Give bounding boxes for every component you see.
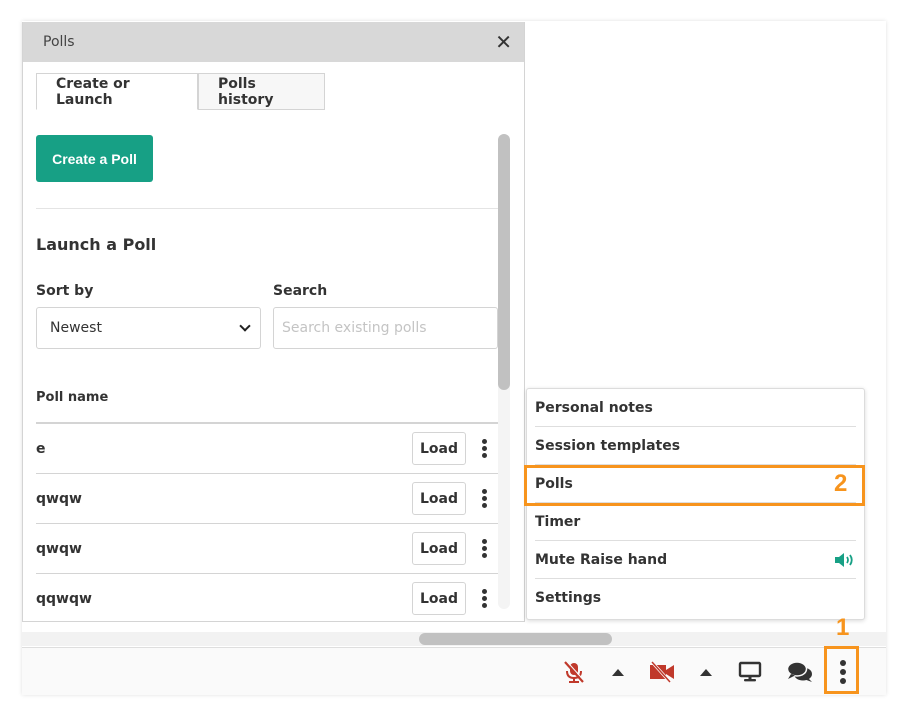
- poll-name: qqwqw: [36, 590, 92, 607]
- menu-item-mute-raise-hand[interactable]: Mute Raise hand: [535, 541, 856, 579]
- poll-name: qwqw: [36, 540, 82, 557]
- poll-row: qqwqw Load: [36, 574, 498, 621]
- menu-item-label: Mute Raise hand: [535, 551, 668, 568]
- chat-button[interactable]: [784, 648, 816, 696]
- load-poll-button[interactable]: Load: [412, 432, 466, 465]
- poll-name: qwqw: [36, 490, 82, 507]
- comments-icon: [786, 661, 812, 682]
- menu-item-settings[interactable]: Settings: [535, 579, 856, 617]
- search-polls-input[interactable]: [273, 307, 498, 349]
- menu-item-label: Session templates: [535, 437, 681, 454]
- tab-create-or-launch[interactable]: Create or Launch: [36, 73, 198, 110]
- microphone-options-button[interactable]: [608, 648, 628, 696]
- menu-item-label: Polls: [535, 475, 573, 492]
- microphone-slash-icon: [564, 660, 585, 683]
- sort-by-label: Sort by: [36, 283, 94, 299]
- scrollbar-thumb[interactable]: [498, 134, 510, 390]
- video-slash-icon: [650, 661, 674, 683]
- load-poll-button[interactable]: Load: [412, 482, 466, 515]
- microphone-toggle-button[interactable]: [558, 648, 590, 696]
- load-poll-button[interactable]: Load: [412, 532, 466, 565]
- speaker-volume-icon: [835, 552, 853, 567]
- more-options-menu: Personal notes Session templates Polls T…: [526, 388, 865, 620]
- ellipsis-vertical-icon: [829, 660, 857, 684]
- menu-item-timer[interactable]: Timer: [535, 503, 856, 541]
- ellipsis-vertical-icon[interactable]: [470, 539, 498, 558]
- menu-item-label: Timer: [535, 513, 581, 530]
- menu-item-label: Personal notes: [535, 399, 653, 416]
- poll-name-column-header: Poll name: [36, 390, 109, 405]
- ellipsis-vertical-icon[interactable]: [470, 439, 498, 458]
- tab-polls-history[interactable]: Polls history: [198, 73, 325, 110]
- close-icon[interactable]: ✕: [495, 32, 512, 52]
- conference-toolbar: [22, 647, 886, 695]
- caret-up-icon: [612, 668, 624, 676]
- menu-item-polls[interactable]: Polls: [535, 465, 856, 503]
- polls-tabs: Create or Launch Polls history: [36, 73, 325, 110]
- launch-poll-heading: Launch a Poll: [36, 235, 157, 254]
- poll-name: e: [36, 440, 46, 457]
- sort-by-value: Newest: [50, 320, 102, 336]
- poll-row: e Load: [36, 424, 498, 474]
- camera-options-button[interactable]: [696, 648, 716, 696]
- sort-by-select[interactable]: Newest: [36, 307, 261, 349]
- menu-item-label: Settings: [535, 590, 602, 606]
- screen-share-button[interactable]: [735, 648, 765, 696]
- more-options-button[interactable]: [828, 648, 858, 696]
- menu-item-session-templates[interactable]: Session templates: [535, 427, 856, 465]
- horizontal-scrollbar-thumb[interactable]: [419, 633, 612, 645]
- create-poll-button[interactable]: Create a Poll: [36, 135, 153, 182]
- polls-panel: Polls ✕ Create or Launch Polls history C…: [22, 22, 525, 622]
- step-1-callout: 1: [836, 614, 850, 641]
- ellipsis-vertical-icon[interactable]: [470, 489, 498, 508]
- poll-row: qwqw Load: [36, 474, 498, 524]
- polls-panel-header: Polls ✕: [23, 22, 524, 62]
- polls-panel-scrollbar[interactable]: [498, 134, 510, 609]
- chevron-down-icon: [239, 320, 251, 332]
- desktop-icon: [738, 661, 762, 682]
- polls-list: e Load qwqw Load qwqw Load qqwqw Load: [36, 422, 498, 621]
- divider: [36, 208, 498, 209]
- search-label: Search: [273, 283, 328, 299]
- caret-up-icon: [700, 668, 712, 676]
- panel-title: Polls: [43, 34, 75, 50]
- menu-item-personal-notes[interactable]: Personal notes: [535, 389, 856, 427]
- poll-row: qwqw Load: [36, 524, 498, 574]
- step-2-callout: 2: [834, 470, 848, 497]
- camera-toggle-button[interactable]: [646, 648, 678, 696]
- horizontal-scrollbar[interactable]: [22, 632, 886, 646]
- ellipsis-vertical-icon[interactable]: [470, 589, 498, 608]
- load-poll-button[interactable]: Load: [412, 582, 466, 615]
